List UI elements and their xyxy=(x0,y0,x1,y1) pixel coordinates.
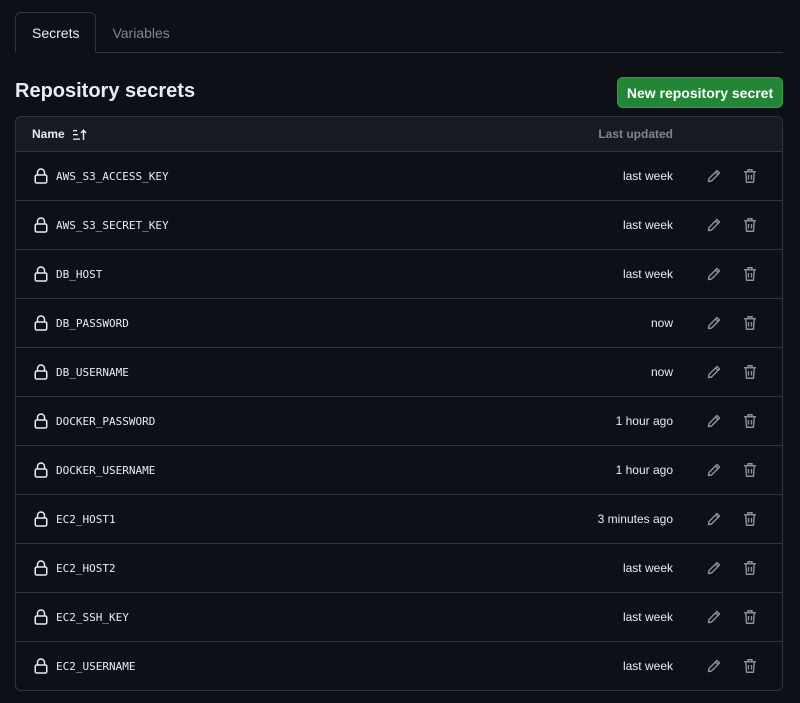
trash-icon[interactable] xyxy=(741,265,759,283)
secret-last-updated: last week xyxy=(622,659,673,673)
secret-name: AWS_S3_ACCESS_KEY xyxy=(56,170,169,183)
last-updated-column-header: Last updated xyxy=(598,127,673,141)
lock-icon xyxy=(34,609,48,625)
trash-icon[interactable] xyxy=(741,363,759,381)
pencil-icon[interactable] xyxy=(705,461,723,479)
secret-name: DOCKER_PASSWORD xyxy=(56,415,156,428)
secret-name: DB_USERNAME xyxy=(56,366,129,379)
secret-last-updated: last week xyxy=(622,561,673,575)
pencil-icon[interactable] xyxy=(705,216,723,234)
lock-icon xyxy=(34,560,48,576)
secret-last-updated: 1 hour ago xyxy=(615,414,673,428)
lock-icon xyxy=(34,217,48,233)
tab-variables[interactable]: Variables xyxy=(96,13,185,52)
lock-icon xyxy=(34,315,48,331)
trash-icon[interactable] xyxy=(741,461,759,479)
secret-row: AWS_S3_ACCESS_KEY last week xyxy=(16,152,782,201)
secret-row: DB_PASSWORD now xyxy=(16,299,782,348)
secret-last-updated: last week xyxy=(622,267,673,281)
lock-icon xyxy=(34,462,48,478)
secret-name: DOCKER_USERNAME xyxy=(56,464,156,477)
table-header: Name Last updated xyxy=(16,117,782,152)
lock-icon xyxy=(34,511,48,527)
secret-last-updated: 3 minutes ago xyxy=(597,512,673,526)
secret-row: EC2_HOST1 3 minutes ago xyxy=(16,495,782,544)
trash-icon[interactable] xyxy=(741,216,759,234)
secret-row: DB_USERNAME now xyxy=(16,348,782,397)
secrets-list: AWS_S3_ACCESS_KEY last week AWS_S3_SECRE… xyxy=(16,152,782,690)
secret-name: EC2_HOST1 xyxy=(56,513,116,526)
new-repository-secret-button[interactable]: New repository secret xyxy=(617,77,783,108)
secret-row: EC2_HOST2 last week xyxy=(16,544,782,593)
pencil-icon[interactable] xyxy=(705,314,723,332)
pencil-icon[interactable] xyxy=(705,559,723,577)
secret-row: AWS_S3_SECRET_KEY last week xyxy=(16,201,782,250)
secret-row: DOCKER_USERNAME 1 hour ago xyxy=(16,446,782,495)
lock-icon xyxy=(34,413,48,429)
trash-icon[interactable] xyxy=(741,314,759,332)
secret-name: EC2_USERNAME xyxy=(56,660,136,673)
name-column-label: Name xyxy=(32,127,65,141)
pencil-icon[interactable] xyxy=(705,412,723,430)
secret-last-updated: last week xyxy=(622,169,673,183)
trash-icon[interactable] xyxy=(741,167,759,185)
tab-nav: Secrets Variables xyxy=(15,12,783,53)
page-title: Repository secrets xyxy=(15,80,196,102)
secret-last-updated: now xyxy=(650,316,673,330)
pencil-icon[interactable] xyxy=(705,363,723,381)
trash-icon[interactable] xyxy=(741,510,759,528)
secret-name: DB_HOST xyxy=(56,268,103,281)
secret-row: DOCKER_PASSWORD 1 hour ago xyxy=(16,397,782,446)
tab-secrets[interactable]: Secrets xyxy=(15,12,97,53)
secret-row: EC2_SSH_KEY last week xyxy=(16,593,782,642)
pencil-icon[interactable] xyxy=(705,265,723,283)
secrets-table: Name Last updated AWS_S3_ACCESS_KEY last… xyxy=(15,116,783,691)
secret-name: DB_PASSWORD xyxy=(56,317,129,330)
sort-ascending-icon xyxy=(72,128,87,141)
trash-icon[interactable] xyxy=(741,657,759,675)
name-column-header[interactable]: Name xyxy=(32,117,87,152)
secret-last-updated: last week xyxy=(622,610,673,624)
secret-row: EC2_USERNAME last week xyxy=(16,642,782,690)
trash-icon[interactable] xyxy=(741,412,759,430)
secret-last-updated: last week xyxy=(622,218,673,232)
pencil-icon[interactable] xyxy=(705,167,723,185)
lock-icon xyxy=(34,658,48,674)
pencil-icon[interactable] xyxy=(705,608,723,626)
trash-icon[interactable] xyxy=(741,608,759,626)
secret-last-updated: now xyxy=(650,365,673,379)
lock-icon xyxy=(34,168,48,184)
secret-last-updated: 1 hour ago xyxy=(615,463,673,477)
lock-icon xyxy=(34,364,48,380)
secret-row: DB_HOST last week xyxy=(16,250,782,299)
pencil-icon[interactable] xyxy=(705,510,723,528)
secret-name: AWS_S3_SECRET_KEY xyxy=(56,219,169,232)
pencil-icon[interactable] xyxy=(705,657,723,675)
trash-icon[interactable] xyxy=(741,559,759,577)
lock-icon xyxy=(34,266,48,282)
secret-name: EC2_HOST2 xyxy=(56,562,116,575)
secret-name: EC2_SSH_KEY xyxy=(56,611,129,624)
